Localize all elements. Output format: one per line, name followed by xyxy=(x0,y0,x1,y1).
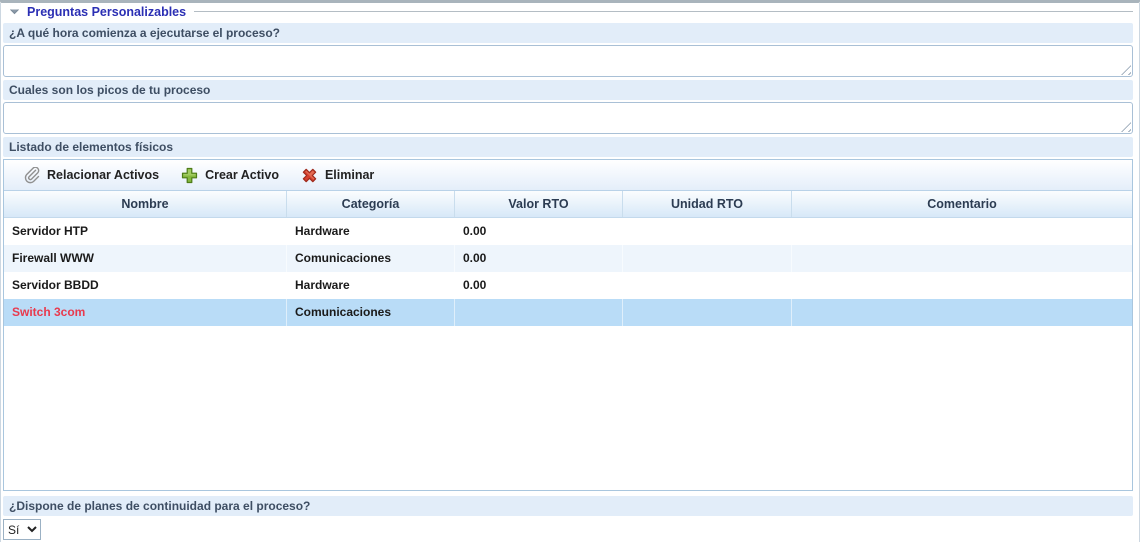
cell-nombre: Servidor BBDD xyxy=(4,272,287,299)
legend-divider-line xyxy=(194,11,1133,12)
cell-categoria: Hardware xyxy=(287,218,455,245)
cell-valor-rto: 0.00 xyxy=(455,272,623,299)
cell-nombre: Switch 3com xyxy=(4,299,287,326)
cell-comentario xyxy=(792,245,1132,272)
section-legend-title[interactable]: Preguntas Personalizables xyxy=(27,5,186,19)
column-header-comentario[interactable]: Comentario xyxy=(792,191,1132,217)
column-header-valor-rto[interactable]: Valor RTO xyxy=(455,191,623,217)
create-asset-label: Crear Activo xyxy=(205,168,279,182)
question-picos-field-wrap xyxy=(3,102,1133,134)
assets-table-body: Servidor HTP Hardware 0.00 Firewall WWW … xyxy=(4,218,1132,490)
question-hora-input[interactable] xyxy=(3,45,1133,77)
table-row-firewall-www[interactable]: Firewall WWW Comunicaciones 0.00 xyxy=(4,245,1132,272)
paperclip-icon xyxy=(23,167,40,184)
cell-comentario xyxy=(792,299,1132,326)
assets-toolbar: Relacionar Activos Crear Activo xyxy=(4,160,1132,191)
column-header-unidad-rto[interactable]: Unidad RTO xyxy=(623,191,792,217)
assets-grid: Relacionar Activos Crear Activo xyxy=(3,159,1133,491)
question-label-picos: Cuales son los picos de tu proceso xyxy=(3,80,1133,100)
cell-valor-rto: 0.00 xyxy=(455,245,623,272)
relate-assets-button[interactable]: Relacionar Activos xyxy=(14,163,168,188)
delete-asset-label: Eliminar xyxy=(325,168,374,182)
cell-valor-rto xyxy=(455,299,623,326)
table-empty-area xyxy=(4,326,1132,490)
preguntas-fieldset: Preguntas Personalizables ¿A qué hora co… xyxy=(0,3,1140,542)
preguntas-personalizables-page: Preguntas Personalizables ¿A qué hora co… xyxy=(0,0,1140,542)
x-red-icon xyxy=(301,167,318,184)
table-row-servidor-htp[interactable]: Servidor HTP Hardware 0.00 xyxy=(4,218,1132,245)
delete-asset-button[interactable]: Eliminar xyxy=(292,163,383,188)
question-picos-input[interactable] xyxy=(3,102,1133,134)
cell-unidad-rto xyxy=(623,245,792,272)
continuity-question-label: ¿Dispone de planes de continuidad para e… xyxy=(3,496,1133,516)
cell-comentario xyxy=(792,272,1132,299)
relate-assets-label: Relacionar Activos xyxy=(47,168,159,182)
cell-nombre: Servidor HTP xyxy=(4,218,287,245)
cell-valor-rto: 0.00 xyxy=(455,218,623,245)
cell-unidad-rto xyxy=(623,299,792,326)
question-label-hora: ¿A qué hora comienza a ejecutarse el pro… xyxy=(3,23,1133,43)
cell-categoria: Comunicaciones xyxy=(287,299,455,326)
cell-nombre: Firewall WWW xyxy=(4,245,287,272)
column-header-nombre[interactable]: Nombre xyxy=(4,191,287,217)
assets-list-label: Listado de elementos físicos xyxy=(3,137,1133,157)
cell-categoria: Hardware xyxy=(287,272,455,299)
table-row-switch-3com[interactable]: Switch 3com Comunicaciones xyxy=(4,299,1132,326)
collapse-chevron-down-icon[interactable] xyxy=(8,6,21,17)
plus-green-icon xyxy=(181,167,198,184)
create-asset-button[interactable]: Crear Activo xyxy=(172,163,288,188)
question-hora-field-wrap xyxy=(3,45,1133,77)
cell-comentario xyxy=(792,218,1132,245)
section-legend-row: Preguntas Personalizables xyxy=(3,3,1134,20)
continuity-select[interactable]: Sí xyxy=(3,519,41,540)
table-row-servidor-bbdd[interactable]: Servidor BBDD Hardware 0.00 xyxy=(4,272,1132,299)
cell-unidad-rto xyxy=(623,218,792,245)
column-header-categoria[interactable]: Categoría xyxy=(287,191,455,217)
cell-categoria: Comunicaciones xyxy=(287,245,455,272)
assets-table-header: Nombre Categoría Valor RTO Unidad RTO Co… xyxy=(4,191,1132,218)
cell-unidad-rto xyxy=(623,272,792,299)
